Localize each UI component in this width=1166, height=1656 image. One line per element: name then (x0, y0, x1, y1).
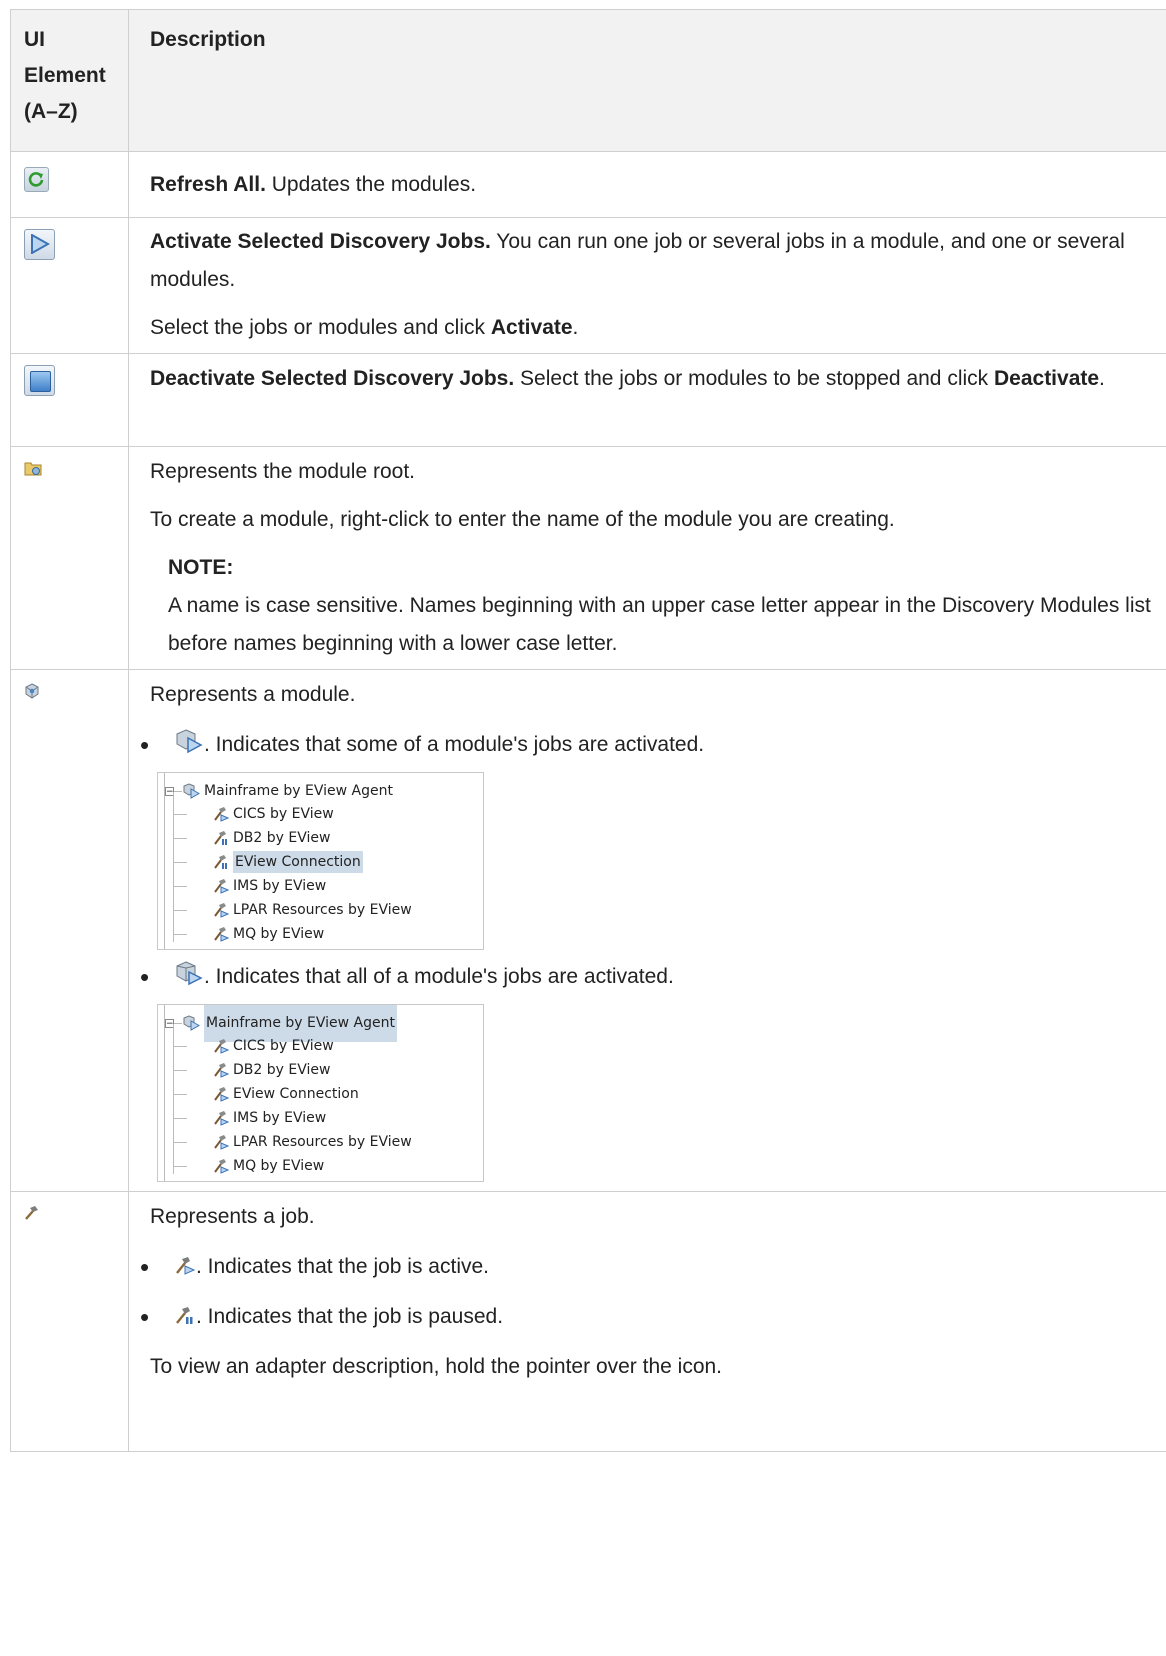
job-active-icon (214, 1159, 229, 1174)
job-active-icon (176, 1257, 196, 1275)
activate-play-icon (24, 229, 55, 260)
tree-item[interactable]: CICS by EView (173, 803, 334, 825)
header-ui-element: UI Element (A–Z) (10, 9, 129, 152)
job-active-icon (214, 807, 229, 822)
job-active-icon (214, 1111, 229, 1126)
table-row-activate: Activate Selected Discovery Jobs. You ca… (10, 217, 1166, 354)
module-tree-partial: − Mainframe by EView Agent CICS by EView… (157, 772, 484, 950)
module-description: Represents a module. (150, 683, 356, 706)
table-header-row: UI Element (A–Z) Description (10, 9, 1166, 152)
table-row-job: Represents a job. . Indicates that the j… (10, 1191, 1166, 1452)
job-active-icon (214, 1063, 229, 1078)
table-row-refresh: Refresh All. Updates the modules. (10, 151, 1166, 218)
tree-item[interactable]: IMS by EView (173, 1107, 326, 1129)
module-partially-active-icon (174, 728, 204, 767)
table-row-module: Represents a module. . Indicates that so… (10, 669, 1166, 1192)
table-row-deactivate: Deactivate Selected Discovery Jobs. Sele… (10, 353, 1166, 447)
tree-root[interactable]: − Mainframe by EView Agent (165, 781, 393, 801)
tree-root[interactable]: − Mainframe by EView Agent (165, 1005, 397, 1042)
module-icon (183, 1015, 200, 1031)
list-item: . Indicates that the job is paused. (140, 1298, 1166, 1336)
job-active-icon (214, 1039, 229, 1054)
job-paused-icon (214, 855, 227, 869)
tree-item[interactable]: MQ by EView (173, 1155, 324, 1177)
module-root-description: Represents the module root. (150, 460, 415, 483)
tree-item[interactable]: EView Connection (173, 851, 363, 873)
job-active-icon (214, 879, 229, 894)
tree-item[interactable]: DB2 by EView (173, 827, 330, 849)
module-all-active-icon (174, 960, 204, 999)
ui-elements-table: UI Element (A–Z) Description Refresh All… (10, 9, 1166, 1452)
table-row-module-root: Represents the module root. To create a … (10, 446, 1166, 670)
list-item: . Indicates that the job is active. (140, 1248, 1166, 1286)
module-tree-all: − Mainframe by EView Agent CICS by EView… (157, 1004, 484, 1182)
note-label: NOTE: (168, 556, 234, 579)
job-active-icon (214, 903, 229, 918)
job-hammer-icon (24, 1205, 40, 1226)
tree-item[interactable]: MQ by EView (173, 923, 324, 945)
module-root-folder-icon (24, 460, 42, 481)
job-active-icon (214, 1087, 229, 1102)
tree-item[interactable]: CICS by EView (173, 1035, 334, 1057)
job-tooltip-instruction: To view an adapter description, hold the… (150, 1355, 723, 1378)
list-item: . Indicates that some of a module's jobs… (140, 726, 1166, 767)
list-item: . Indicates that all of a module's jobs … (140, 958, 1166, 999)
module-cube-icon (24, 683, 40, 704)
job-description: Represents a job. (150, 1205, 315, 1228)
deactivate-description: Deactivate Selected Discovery Jobs. Sele… (150, 367, 1105, 390)
tree-item[interactable]: LPAR Resources by EView (173, 899, 412, 921)
note-text: A name is case sensitive. Names beginnin… (168, 594, 1151, 655)
tree-item[interactable]: LPAR Resources by EView (173, 1131, 412, 1153)
header-description: Description (128, 9, 1166, 152)
refresh-icon (24, 167, 49, 192)
deactivate-stop-icon (24, 365, 55, 396)
job-paused-icon (176, 1307, 193, 1324)
refresh-description: Refresh All. Updates the modules. (150, 173, 477, 196)
job-active-icon (214, 927, 229, 942)
module-icon (183, 783, 200, 799)
activate-description: Activate Selected Discovery Jobs. You ca… (150, 230, 1125, 291)
job-active-icon (214, 1135, 229, 1150)
activate-instruction: Select the jobs or modules and click Act… (150, 316, 579, 339)
tree-item[interactable]: IMS by EView (173, 875, 326, 897)
tree-item[interactable]: DB2 by EView (173, 1059, 330, 1081)
job-paused-icon (214, 831, 227, 845)
module-root-instruction: To create a module, right-click to enter… (150, 508, 895, 531)
tree-item[interactable]: EView Connection (173, 1083, 359, 1105)
